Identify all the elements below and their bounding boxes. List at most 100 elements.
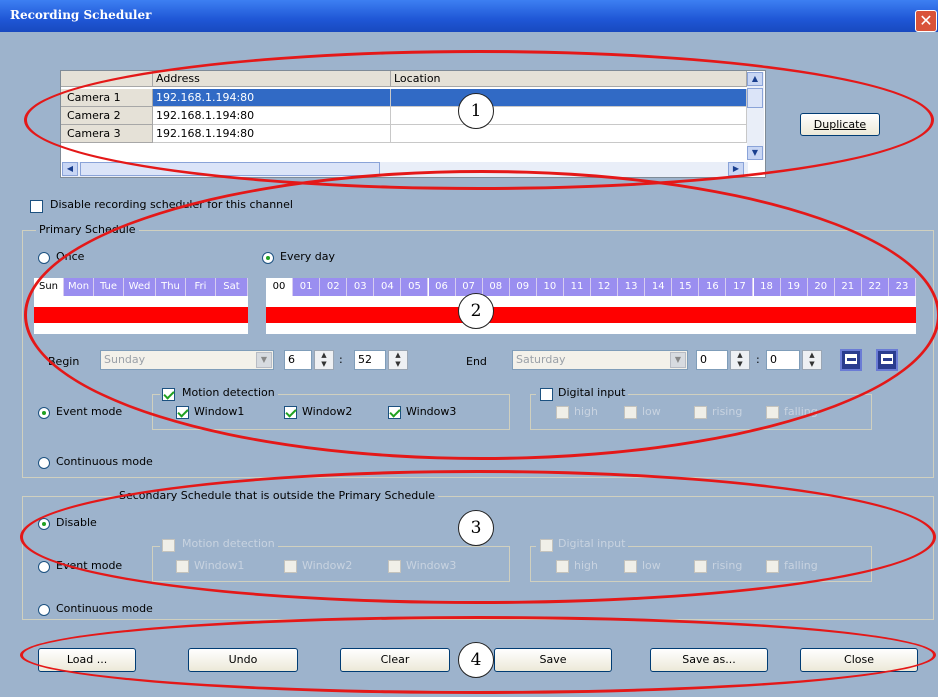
close-window-button[interactable]: ✕ bbox=[915, 10, 937, 32]
secondary-disable-radio[interactable] bbox=[38, 518, 50, 530]
hour-14[interactable]: 14 bbox=[645, 278, 673, 296]
hour-05[interactable]: 05 bbox=[401, 278, 429, 296]
primary-high-checkbox[interactable] bbox=[556, 406, 569, 419]
load-button[interactable]: Load ... bbox=[38, 648, 136, 672]
hour-21[interactable]: 21 bbox=[834, 278, 862, 296]
end-minute-stepper[interactable]: ▲ ▼ bbox=[802, 350, 822, 370]
scroll-left-icon[interactable]: ◀ bbox=[62, 162, 78, 176]
table-header-location[interactable]: Location bbox=[391, 71, 747, 87]
table-row-camera-2-name[interactable]: Camera 2 bbox=[61, 107, 153, 125]
day-mon[interactable]: Mon bbox=[64, 278, 94, 296]
hour-03[interactable]: 03 bbox=[347, 278, 375, 296]
hour-20[interactable]: 20 bbox=[807, 278, 835, 296]
table-row-camera-3-name[interactable]: Camera 3 bbox=[61, 125, 153, 143]
table-row-camera-1-name[interactable]: Camera 1 bbox=[61, 89, 153, 107]
hour-13[interactable]: 13 bbox=[618, 278, 646, 296]
hour-22[interactable]: 22 bbox=[861, 278, 889, 296]
duplicate-button[interactable]: Duplicate bbox=[800, 113, 880, 136]
secondary-high-checkbox[interactable] bbox=[556, 560, 569, 573]
scroll-up-icon[interactable]: ▲ bbox=[747, 72, 763, 86]
begin-day-select[interactable]: Sunday ▼ bbox=[100, 350, 274, 370]
clear-button[interactable]: Clear bbox=[340, 648, 450, 672]
hour-09[interactable]: 09 bbox=[509, 278, 537, 296]
scroll-down-icon[interactable]: ▼ bbox=[747, 146, 763, 160]
undo-button[interactable]: Undo bbox=[188, 648, 298, 672]
primary-falling-checkbox[interactable] bbox=[766, 406, 779, 419]
once-radio[interactable] bbox=[38, 252, 50, 264]
hour-schedule[interactable] bbox=[266, 296, 916, 334]
day-thu[interactable]: Thu bbox=[156, 278, 186, 296]
begin-minute-stepper[interactable]: ▲ ▼ bbox=[388, 350, 408, 370]
hour-11[interactable]: 11 bbox=[563, 278, 591, 296]
hour-10[interactable]: 10 bbox=[536, 278, 564, 296]
primary-rising-checkbox[interactable] bbox=[694, 406, 707, 419]
primary-event-mode-radio[interactable] bbox=[38, 407, 50, 419]
hour-15[interactable]: 15 bbox=[672, 278, 700, 296]
end-hour-input[interactable]: 0 bbox=[696, 350, 728, 370]
table-vertical-scrollbar[interactable]: ▲ ▼ bbox=[747, 72, 764, 160]
table-horizontal-scrollbar[interactable]: ◀ ▶ bbox=[62, 162, 748, 177]
hour-01[interactable]: 01 bbox=[293, 278, 321, 296]
table-row-camera-1-location[interactable] bbox=[391, 89, 747, 107]
end-day-select[interactable]: Saturday ▼ bbox=[512, 350, 688, 370]
hour-17[interactable]: 17 bbox=[726, 278, 754, 296]
secondary-motion-checkbox[interactable] bbox=[162, 539, 175, 552]
hour-00[interactable]: 00 bbox=[266, 278, 294, 296]
day-fri[interactable]: Fri bbox=[186, 278, 216, 296]
scroll-thumb[interactable] bbox=[747, 88, 763, 108]
secondary-event-mode-radio[interactable] bbox=[38, 561, 50, 573]
secondary-window3-checkbox[interactable] bbox=[388, 560, 401, 573]
primary-motion-checkbox[interactable] bbox=[162, 388, 175, 401]
secondary-continuous-radio[interactable] bbox=[38, 604, 50, 616]
table-row-camera-2-location[interactable] bbox=[391, 107, 747, 125]
hour-18[interactable]: 18 bbox=[753, 278, 781, 296]
day-wed[interactable]: Wed bbox=[124, 278, 156, 296]
hour-06[interactable]: 06 bbox=[428, 278, 456, 296]
set-schedule-icon[interactable] bbox=[876, 349, 898, 371]
hour-02[interactable]: 02 bbox=[320, 278, 348, 296]
save-button[interactable]: Save bbox=[494, 648, 612, 672]
primary-digital-checkbox[interactable] bbox=[540, 388, 553, 401]
scroll-right-icon[interactable]: ▶ bbox=[728, 162, 744, 176]
day-tue[interactable]: Tue bbox=[94, 278, 124, 296]
table-row-camera-1-address[interactable]: 192.168.1.194:80 bbox=[153, 89, 391, 107]
secondary-low-checkbox[interactable] bbox=[624, 560, 637, 573]
apply-schedule-icon[interactable] bbox=[840, 349, 862, 371]
disable-channel-checkbox[interactable] bbox=[30, 200, 43, 213]
end-hour-stepper[interactable]: ▲ ▼ bbox=[730, 350, 750, 370]
chevron-down-icon[interactable]: ▼ bbox=[256, 352, 272, 368]
hour-08[interactable]: 08 bbox=[482, 278, 510, 296]
hour-12[interactable]: 12 bbox=[591, 278, 619, 296]
begin-hour-input[interactable]: 6 bbox=[284, 350, 312, 370]
hour-16[interactable]: 16 bbox=[699, 278, 727, 296]
primary-window2-checkbox[interactable] bbox=[284, 406, 297, 419]
hour-19[interactable]: 19 bbox=[780, 278, 808, 296]
primary-window3-checkbox[interactable] bbox=[388, 406, 401, 419]
secondary-window1-checkbox[interactable] bbox=[176, 560, 189, 573]
hour-23[interactable]: 23 bbox=[888, 278, 916, 296]
secondary-window2-checkbox[interactable] bbox=[284, 560, 297, 573]
table-row-camera-2-address[interactable]: 192.168.1.194:80 bbox=[153, 107, 391, 125]
begin-hour-stepper[interactable]: ▲ ▼ bbox=[314, 350, 334, 370]
close-button[interactable]: Close bbox=[800, 648, 918, 672]
weekday-schedule[interactable] bbox=[34, 296, 248, 334]
table-row-camera-3-location[interactable] bbox=[391, 125, 747, 143]
begin-day-value: Sunday bbox=[104, 353, 146, 366]
table-header-address[interactable]: Address bbox=[153, 71, 391, 87]
chevron-down-icon[interactable]: ▼ bbox=[670, 352, 686, 368]
hscroll-thumb[interactable] bbox=[80, 162, 380, 176]
primary-continuous-radio[interactable] bbox=[38, 457, 50, 469]
every-day-radio[interactable] bbox=[262, 252, 274, 264]
secondary-digital-checkbox[interactable] bbox=[540, 539, 553, 552]
begin-minute-input[interactable]: 52 bbox=[354, 350, 386, 370]
end-minute-input[interactable]: 0 bbox=[766, 350, 800, 370]
primary-window1-checkbox[interactable] bbox=[176, 406, 189, 419]
primary-low-checkbox[interactable] bbox=[624, 406, 637, 419]
secondary-falling-checkbox[interactable] bbox=[766, 560, 779, 573]
day-sat[interactable]: Sat bbox=[216, 278, 248, 296]
save-as-button[interactable]: Save as... bbox=[650, 648, 768, 672]
secondary-rising-checkbox[interactable] bbox=[694, 560, 707, 573]
table-row-camera-3-address[interactable]: 192.168.1.194:80 bbox=[153, 125, 391, 143]
hour-04[interactable]: 04 bbox=[374, 278, 402, 296]
day-sun[interactable]: Sun bbox=[34, 278, 64, 296]
